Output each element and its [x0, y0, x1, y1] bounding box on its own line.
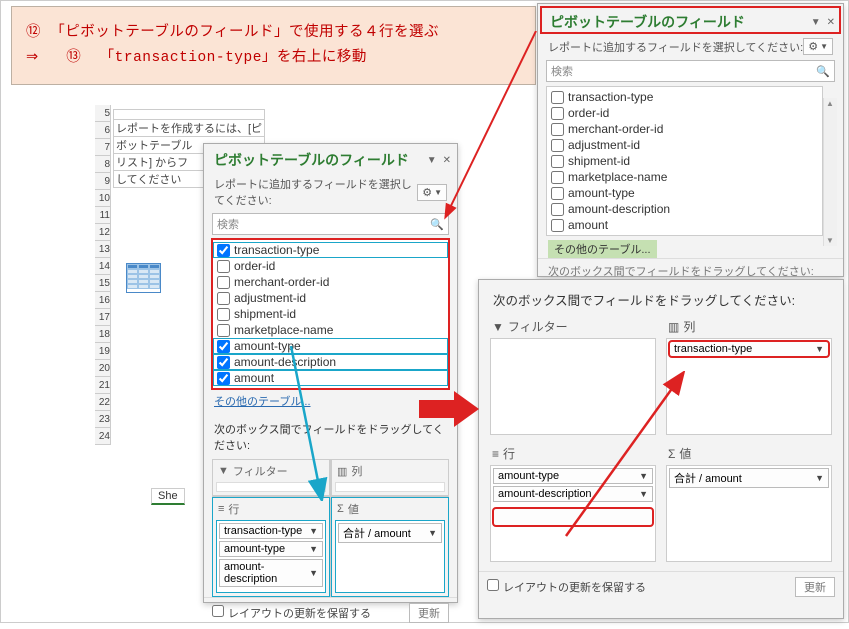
rows-icon: ≡	[492, 447, 499, 461]
search-placeholder: 検索	[217, 216, 239, 232]
panel-close-icon[interactable]: ✕	[827, 17, 835, 28]
search-box[interactable]: 検索 🔍	[546, 60, 835, 82]
field-merchant-order-id[interactable]: merchant-order-id	[213, 274, 448, 290]
field-marketplace-name[interactable]: marketplace-name	[547, 169, 822, 185]
search-placeholder: 検索	[551, 63, 573, 79]
chip-transaction-type[interactable]: transaction-type▼	[669, 341, 829, 357]
other-tables-link[interactable]: その他のテーブル...	[548, 240, 657, 258]
update-button[interactable]: 更新	[795, 577, 835, 597]
defer-update-checkbox[interactable]: レイアウトの更新を保留する	[487, 579, 646, 595]
chip-sum-amount[interactable]: 合計 / amount▼	[338, 523, 442, 543]
rows-area[interactable]: ≡行 transaction-type▼ amount-type▼ amount…	[212, 497, 330, 598]
field-shipment-id[interactable]: shipment-id	[213, 306, 448, 322]
sheet-tab[interactable]: She	[151, 488, 185, 505]
filter-icon: ▼	[492, 320, 504, 334]
field-transaction-type[interactable]: transaction-type	[547, 89, 822, 105]
field-merchant-order-id[interactable]: merchant-order-id	[547, 121, 822, 137]
pivot-fields-panel-top: ピボットテーブルのフィールド ▼ ✕ レポートに追加するフィールドを選択してくだ…	[537, 3, 844, 277]
field-amount-type[interactable]: amount-type	[547, 185, 822, 201]
field-amount[interactable]: amount	[547, 217, 822, 233]
chip-amount-type[interactable]: amount-type▼	[219, 541, 323, 557]
search-icon: 🔍	[816, 65, 830, 78]
columns-area[interactable]: ▥列	[331, 459, 449, 496]
field-order-id[interactable]: order-id	[547, 105, 822, 121]
panel-subtitle: レポートに追加するフィールドを選択してください:	[548, 39, 803, 55]
pivot-placeholder-icon	[126, 263, 161, 293]
red-arrow-move-field	[546, 371, 706, 541]
filter-icon: ▼	[218, 465, 229, 477]
field-adjustment-id[interactable]: adjustment-id	[213, 290, 448, 306]
drag-hint: 次のボックス間でフィールドをドラッグしてください:	[479, 280, 843, 315]
field-shipment-id[interactable]: shipment-id	[547, 153, 822, 169]
values-area[interactable]: Σ値 合計 / amount▼	[331, 497, 449, 598]
drag-hint-truncated: 次のボックス間でフィールドをドラッグしてください:	[538, 258, 843, 279]
field-transaction-type[interactable]: transaction-type	[213, 242, 448, 258]
step-num-12: ⑫	[26, 25, 41, 41]
chip-amount-description[interactable]: amount-description▼	[219, 559, 323, 587]
field-list: transaction-type order-id merchant-order…	[546, 86, 823, 236]
panel-title: ピボットテーブルのフィールド	[550, 12, 745, 32]
rows-icon: ≡	[218, 503, 224, 515]
sigma-icon: Σ	[337, 503, 344, 515]
instruction-line2: 「transaction-type」を右上に移動	[100, 50, 367, 66]
row-numbers: 567 8910 111213 141516 171819 202122 232…	[95, 105, 111, 445]
field-amount-description[interactable]: amount-description	[547, 201, 822, 217]
panel-gear-button[interactable]: ⚙▼	[803, 38, 833, 55]
field-adjustment-id[interactable]: adjustment-id	[547, 137, 822, 153]
scrollbar[interactable]	[823, 98, 837, 246]
panel-dropdown-icon[interactable]: ▼	[811, 17, 821, 28]
red-arrow-to-title	[351, 31, 551, 221]
chip-transaction-type[interactable]: transaction-type▼	[219, 523, 323, 539]
cyan-arrow-drag-down	[281, 346, 341, 501]
field-marketplace-name[interactable]: marketplace-name	[213, 322, 448, 338]
arrow-glyph: ⇒	[26, 50, 39, 66]
big-red-arrow	[419, 391, 479, 427]
step-num-13: ⑬	[66, 50, 81, 66]
columns-icon: ▥	[668, 320, 679, 334]
defer-update-checkbox[interactable]: レイアウトの更新を保留する	[212, 605, 371, 621]
update-button[interactable]: 更新	[409, 603, 449, 623]
field-order-id[interactable]: order-id	[213, 258, 448, 274]
